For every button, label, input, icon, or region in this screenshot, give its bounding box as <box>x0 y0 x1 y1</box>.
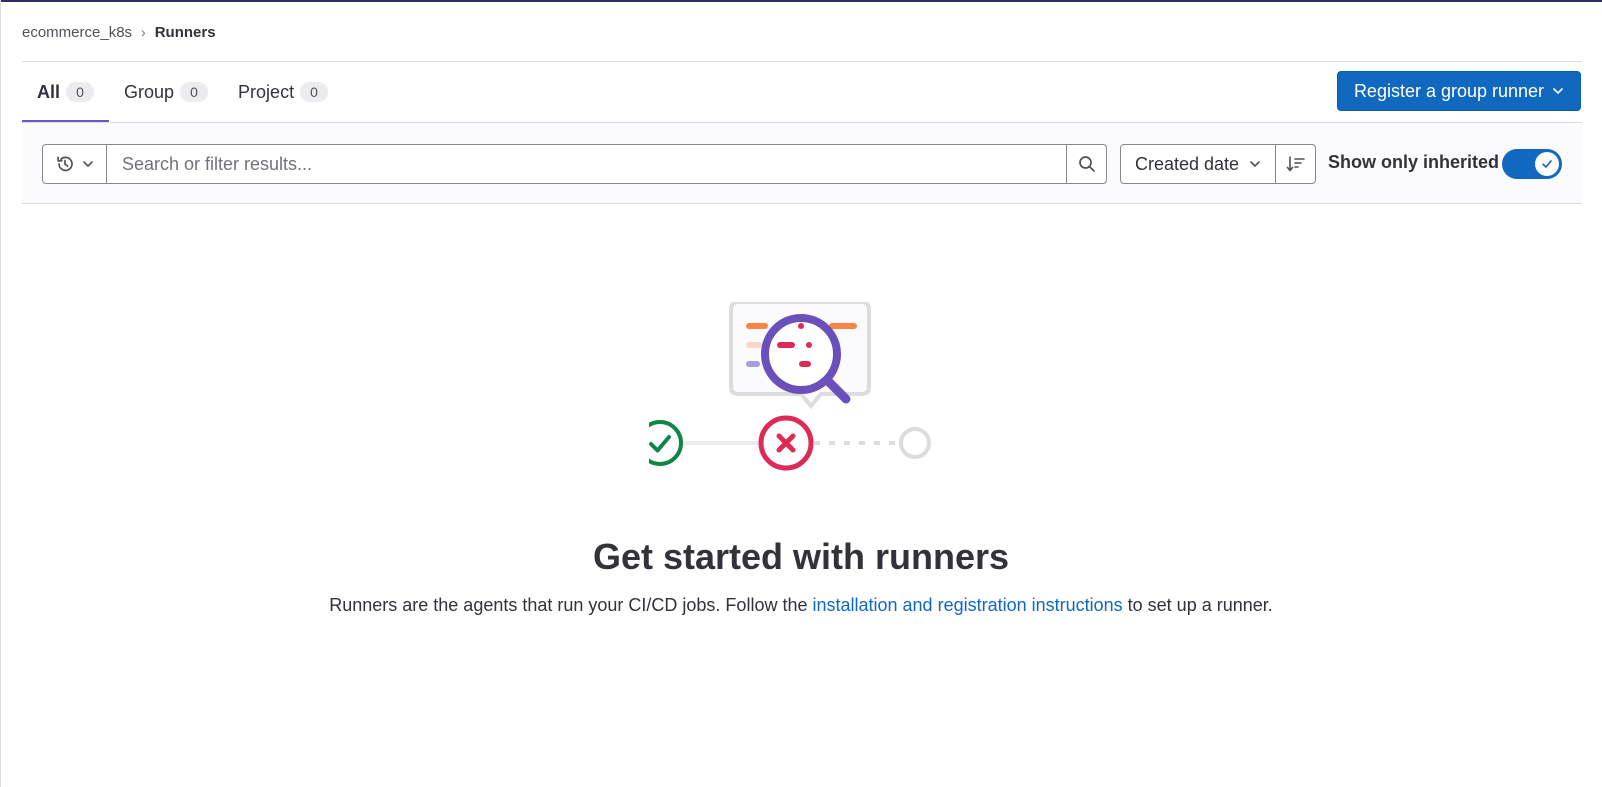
sort-by-dropdown[interactable]: Created date <box>1120 144 1276 184</box>
filter-bar: Created date Show only inherited <box>22 122 1582 204</box>
breadcrumb-current: Runners <box>154 23 216 41</box>
search-input[interactable] <box>106 144 1067 184</box>
show-only-inherited-toggle[interactable] <box>1502 149 1562 179</box>
tab-all-count: 0 <box>66 82 95 102</box>
tab-project-label: Project <box>238 81 295 102</box>
breadcrumb-group-link[interactable]: ecommerce_k8s <box>22 24 132 41</box>
left-border <box>0 0 1 787</box>
breadcrumb: ecommerce_k8s › Runners <box>22 22 216 42</box>
toggle-knob <box>1535 152 1559 176</box>
chevron-down-icon <box>83 161 93 167</box>
empty-state-description-after: to set up a runner. <box>1122 595 1273 615</box>
chevron-right-icon: › <box>141 24 146 40</box>
chevron-down-icon <box>1250 161 1260 167</box>
register-button-label: Register a group runner <box>1353 80 1545 101</box>
runners-empty-state-illustration <box>649 302 931 471</box>
empty-state-title: Get started with runners <box>592 536 1010 577</box>
tab-project-count: 0 <box>300 82 329 102</box>
tab-group-label: Group <box>124 81 175 102</box>
empty-state-description-before: Runners are the agents that run your CI/… <box>329 595 813 615</box>
top-accent-line <box>0 0 1602 2</box>
sort-by-label: Created date <box>1135 153 1240 174</box>
tab-group[interactable]: Group 0 <box>109 62 223 122</box>
recent-searches-button[interactable] <box>42 144 107 184</box>
search-icon <box>1078 156 1095 172</box>
tab-group-count: 0 <box>180 82 209 102</box>
runner-type-tabs: All 0 Group 0 Project 0 <box>22 62 343 122</box>
show-only-inherited-label: Show only inherited <box>1328 152 1500 172</box>
installation-instructions-link[interactable]: installation and registration instructio… <box>812 595 1122 615</box>
history-icon <box>57 156 73 172</box>
pending-status-icon <box>899 427 931 459</box>
search-button[interactable] <box>1066 144 1107 184</box>
tab-project[interactable]: Project 0 <box>223 62 343 122</box>
chevron-down-icon <box>1553 88 1563 94</box>
register-group-runner-button[interactable]: Register a group runner <box>1337 71 1581 111</box>
check-icon <box>1542 160 1552 168</box>
empty-state-description: Runners are the agents that run your CI/… <box>0 595 1602 616</box>
sort-lowest-icon <box>1286 156 1305 172</box>
tab-all-label: All <box>37 81 61 102</box>
sort-direction-button[interactable] <box>1275 144 1316 184</box>
tab-all[interactable]: All 0 <box>22 62 110 122</box>
